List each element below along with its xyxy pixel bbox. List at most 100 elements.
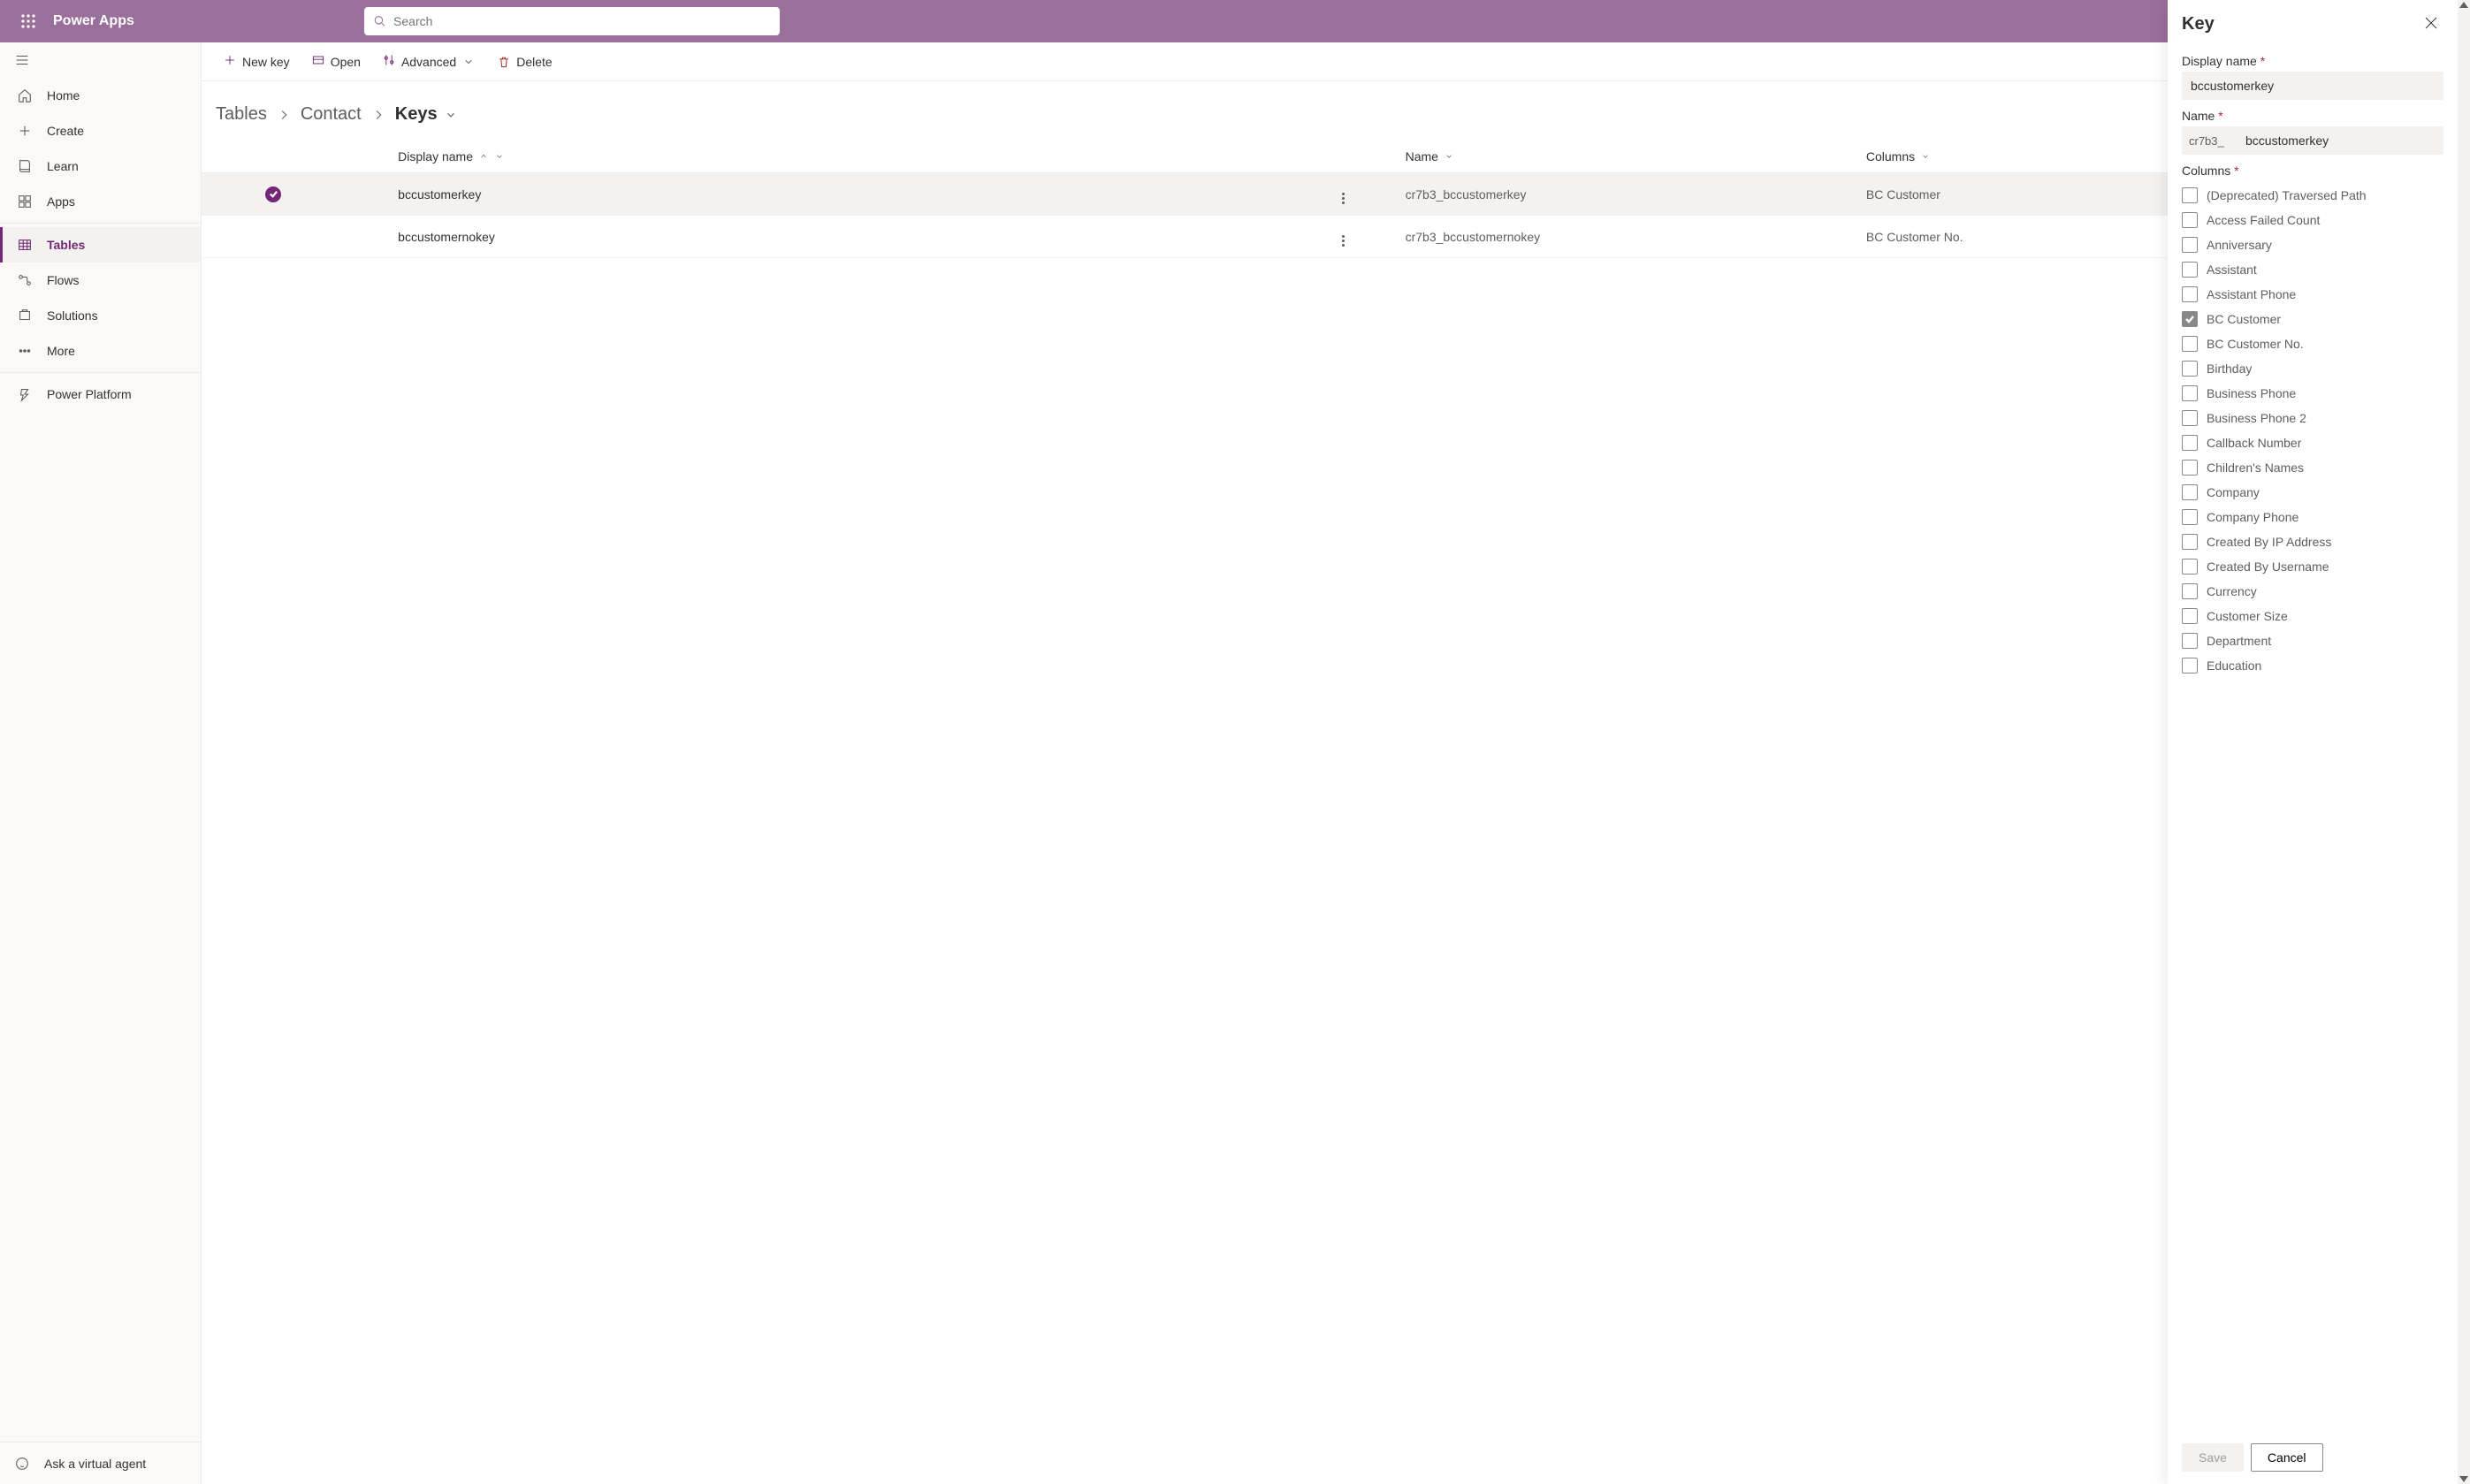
chevron-down-icon [443,107,459,123]
name-input[interactable] [2237,126,2443,155]
breadcrumb-tables[interactable]: Tables [216,104,267,125]
sidebar-item-home[interactable]: Home [0,78,201,113]
cmd-label: Delete [516,55,552,69]
cmd-advanced[interactable]: Advanced [375,48,483,75]
sidebar-item-flows[interactable]: Flows [0,263,201,298]
checkbox-icon [2182,187,2198,203]
row-more-button[interactable] [1342,193,1345,204]
checkbox-icon [2182,559,2198,575]
column-checkbox[interactable]: BC Customer [2182,307,2443,331]
column-checkbox[interactable]: Callback Number [2182,430,2443,455]
sidebar-item-label: More [47,344,75,358]
ask-agent-label: Ask a virtual agent [44,1457,146,1471]
col-header-name[interactable]: Name [1406,149,1454,164]
row-selected-icon[interactable] [265,186,281,202]
cmd-new-key[interactable]: New key [216,48,297,75]
scroll-down-icon [2459,1476,2468,1482]
solutions-icon [17,308,33,323]
sidebar-item-tables[interactable]: Tables [0,227,201,263]
sidebar-item-create[interactable]: Create [0,113,201,148]
cmd-label: New key [242,55,290,69]
sidebar-item-solutions[interactable]: Solutions [0,298,201,333]
column-checkbox[interactable]: (Deprecated) Traversed Path [2182,183,2443,208]
sort-asc-icon [478,151,489,162]
column-checkbox[interactable]: Children's Names [2182,455,2443,480]
column-checkbox[interactable]: Birthday [2182,356,2443,381]
column-checkbox[interactable]: Business Phone 2 [2182,406,2443,430]
column-checkbox[interactable]: Currency [2182,579,2443,604]
column-checkbox[interactable]: Access Failed Count [2182,208,2443,232]
keys-table: Display name Name [202,141,2470,258]
column-checkbox[interactable]: Company Phone [2182,505,2443,529]
checkbox-icon [2182,385,2198,401]
power-platform-icon [17,386,33,402]
open-icon [311,53,325,67]
checkbox-icon [2182,534,2198,550]
cell-name: cr7b3_bccustomernokey [1395,216,1856,258]
app-launcher-button[interactable] [7,0,50,42]
waffle-icon [20,13,36,29]
column-checkbox[interactable]: Customer Size [2182,604,2443,628]
panel-title: Key [2182,14,2215,34]
columns-label: Columns * [2182,164,2443,178]
checkbox-label: Created By IP Address [2207,535,2331,549]
outer-scrollbar[interactable] [2458,0,2470,1484]
checkbox-icon [2182,509,2198,525]
display-name-label: Display name * [2182,54,2443,68]
column-checkbox[interactable]: Business Phone [2182,381,2443,406]
column-checkbox[interactable]: Assistant Phone [2182,282,2443,307]
column-checkbox[interactable]: Education [2182,653,2443,678]
save-button[interactable]: Save [2182,1443,2244,1472]
sliders-icon [382,53,396,67]
search-box[interactable] [364,7,780,35]
checkbox-icon [2182,286,2198,302]
chevron-right-icon [276,107,292,123]
display-name-input[interactable] [2182,72,2443,100]
checkbox-icon [2182,212,2198,228]
column-checkbox[interactable]: Department [2182,628,2443,653]
breadcrumb-keys[interactable]: Keys [395,104,459,125]
cancel-button[interactable]: Cancel [2251,1443,2323,1472]
command-bar: New key Open Advanced Delete [202,42,2470,81]
checkbox-label: Education [2207,658,2261,673]
search-input[interactable] [393,14,771,28]
chat-icon [14,1456,30,1472]
more-icon [17,343,33,359]
cell-columns: BC Customer No. [1856,216,2163,258]
sidebar-item-label: Power Platform [47,387,132,401]
sidebar-item-power-platform[interactable]: Power Platform [0,377,201,412]
sidebar-item-apps[interactable]: Apps [0,184,201,219]
column-checkbox[interactable]: Company [2182,480,2443,505]
apps-icon [17,194,33,209]
checkbox-icon [2182,435,2198,451]
chevron-down-icon [461,55,476,69]
table-row[interactable]: bccustomerkeycr7b3_bccustomerkeyBC Custo… [202,173,2470,216]
column-checkbox[interactable]: Assistant [2182,257,2443,282]
book-icon [17,158,33,174]
checkbox-icon [2182,237,2198,253]
collapse-nav-button[interactable] [0,42,201,78]
hamburger-icon [14,52,30,68]
app-title: Power Apps [53,13,134,29]
col-header-display-name[interactable]: Display name [398,149,505,164]
column-checkbox[interactable]: BC Customer No. [2182,331,2443,356]
column-checkbox[interactable]: Created By Username [2182,554,2443,579]
close-panel-button[interactable] [2420,12,2442,36]
column-checkbox[interactable]: Created By IP Address [2182,529,2443,554]
sidebar-item-more[interactable]: More [0,333,201,369]
ask-virtual-agent-button[interactable]: Ask a virtual agent [0,1442,201,1484]
sidebar-item-learn[interactable]: Learn [0,148,201,184]
checkbox-label: Callback Number [2207,436,2301,450]
plus-icon [223,53,237,67]
table-row[interactable]: bccustomernokeycr7b3_bccustomernokeyBC C… [202,216,2470,258]
row-more-button[interactable] [1342,235,1345,247]
chevron-down-icon [494,151,505,162]
breadcrumb-contact[interactable]: Contact [301,104,362,125]
cmd-delete[interactable]: Delete [490,49,559,74]
column-checkbox[interactable]: Anniversary [2182,232,2443,257]
checkbox-label: Business Phone [2207,386,2296,400]
close-icon [2424,16,2438,30]
cmd-open[interactable]: Open [304,48,368,75]
col-header-columns[interactable]: Columns [1866,149,1931,164]
checkbox-label: (Deprecated) Traversed Path [2207,188,2367,202]
